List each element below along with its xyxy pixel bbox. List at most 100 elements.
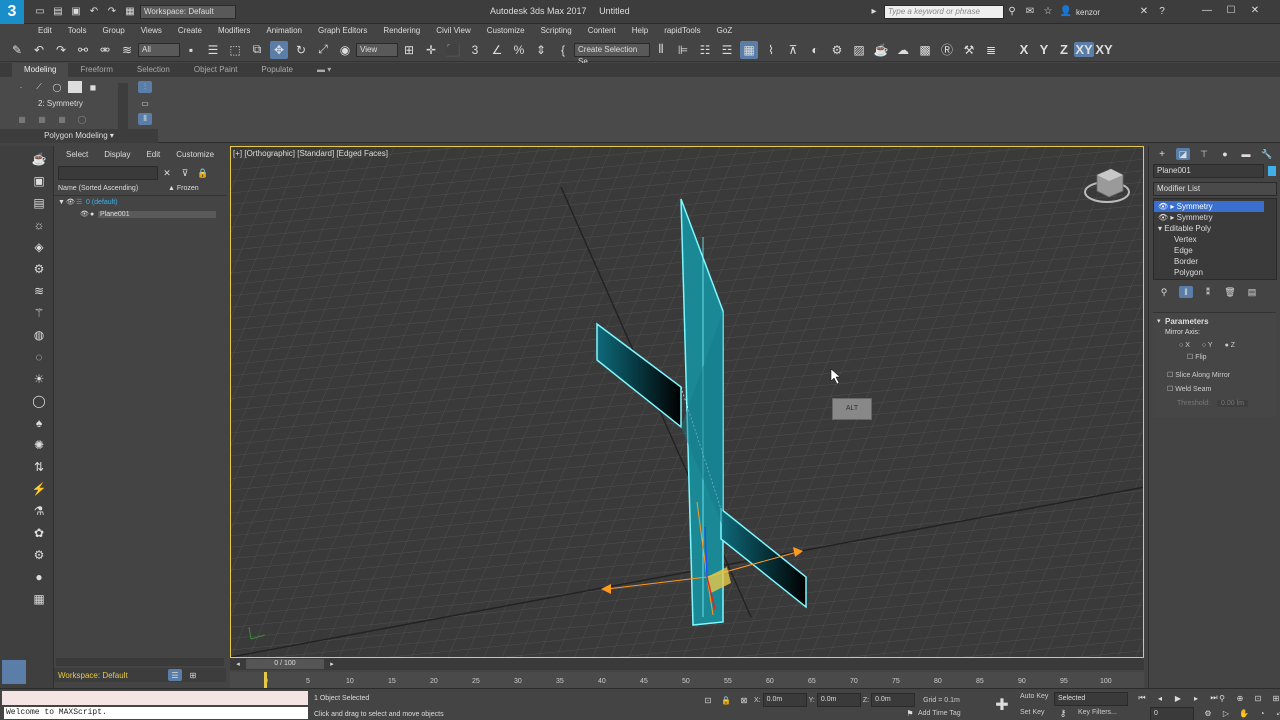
object-name-field[interactable]: Plane001 <box>1153 164 1265 178</box>
auto-key-button[interactable]: Auto Key <box>1020 693 1048 700</box>
stack-item-border[interactable]: Border <box>1154 256 1276 267</box>
rollout-collapse-icon[interactable]: ▾ <box>1157 317 1165 325</box>
rc-icon[interactable]: Ⓡ <box>938 41 956 59</box>
user-icon[interactable]: 👤 <box>1058 5 1074 19</box>
frozen-icon[interactable]: ☀ <box>30 370 48 388</box>
ribbon-tool-4-icon[interactable]: ◯ <box>74 113 90 125</box>
ribbon-tool-3-icon[interactable]: ▦ <box>54 113 70 125</box>
favorites-icon[interactable]: ☆ <box>1040 5 1056 19</box>
selection-lock-icon[interactable]: 🔒 <box>720 694 732 706</box>
rect-select-icon[interactable]: ⬚ <box>226 41 244 59</box>
selection-filter-dropdown[interactable]: All <box>138 42 180 57</box>
time-slider-thumb[interactable]: 0 / 100 <box>246 659 324 669</box>
angle-snap-icon[interactable]: ∠ <box>488 41 506 59</box>
menu-help[interactable]: Help <box>624 24 656 38</box>
app-logo[interactable]: 3 <box>0 0 24 24</box>
maximize-icon[interactable]: ☐ <box>1220 4 1242 18</box>
sync-selection-icon[interactable]: ⚡ <box>30 480 48 498</box>
lock-icon[interactable]: 🔒 <box>196 164 210 182</box>
threshold-spinner[interactable]: 0.00 lm <box>1217 399 1248 407</box>
explorer-workspace-label[interactable]: Workspace: Default <box>54 671 166 680</box>
snap-icon[interactable]: 3 <box>466 41 484 59</box>
stack-item-editable-poly[interactable]: ▾ Editable Poly <box>1154 223 1276 234</box>
absolute-mode-icon[interactable]: ⊠ <box>738 694 750 706</box>
zoom-icon[interactable]: ⚲ <box>1216 692 1228 704</box>
ribbon-options-icon[interactable]: ▬ ▾ <box>305 63 343 77</box>
tab-populate[interactable]: Populate <box>249 63 305 77</box>
zoom-extents-all-icon[interactable]: ⊞ <box>1270 692 1280 704</box>
axis-xy-button[interactable]: XY <box>1074 42 1094 57</box>
menu-animation[interactable]: Animation <box>258 24 310 38</box>
tree-row-layer[interactable]: ▼ 👁 ☰ 0 (default) <box>54 196 226 208</box>
vertex-mode-icon[interactable]: · <box>14 81 28 93</box>
menu-content[interactable]: Content <box>580 24 624 38</box>
current-frame-field[interactable]: 0 <box>1150 707 1194 720</box>
select-by-name-icon[interactable]: ☰ <box>204 41 222 59</box>
menu-tools[interactable]: Tools <box>60 24 95 38</box>
gear-small-icon[interactable]: ⚙ <box>30 546 48 564</box>
save-file-icon[interactable]: ▣ <box>68 5 84 19</box>
flip-checkbox[interactable]: ☐ Flip <box>1153 351 1276 365</box>
viewport-perspective[interactable]: [+] [Orthographic] [Standard] [Edged Fac… <box>230 146 1144 658</box>
explorer-menu-edit[interactable]: Edit <box>138 147 168 163</box>
modifier-stack[interactable]: 👁 ▸ Symmetry 👁 ▸ Symmetry ▾ Editable Pol… <box>1153 198 1277 280</box>
menu-edit[interactable]: Edit <box>30 24 60 38</box>
list-icon[interactable]: ≣ <box>982 41 1000 59</box>
set-key-mode-icon[interactable]: ✚ <box>992 695 1012 715</box>
place-icon[interactable]: ◉ <box>336 41 354 59</box>
set-key-icon[interactable]: ⚷ <box>1056 707 1070 719</box>
time-marker[interactable] <box>264 672 267 688</box>
stack-item-symmetry-1[interactable]: 👁 ▸ Symmetry <box>1154 201 1264 212</box>
undo-icon[interactable]: ↶ <box>86 5 102 19</box>
fov-icon[interactable]: ▷ <box>1220 707 1232 719</box>
axis-y-button[interactable]: Y <box>1034 42 1054 57</box>
communication-icon[interactable]: ✉ <box>1022 5 1038 19</box>
search-input[interactable]: Type a keyword or phrase <box>884 5 1004 19</box>
menu-civil-view[interactable]: Civil View <box>428 24 479 38</box>
geometry-icon[interactable]: ▣ <box>30 172 48 190</box>
viewport-scene[interactable] <box>231 147 1144 658</box>
isolate-icon[interactable]: ⊡ <box>702 694 714 706</box>
play-icon[interactable]: ▶ <box>1172 692 1184 704</box>
pan-icon[interactable]: ✋ <box>1238 707 1250 719</box>
modifier-list-dropdown[interactable]: Modifier List <box>1153 182 1277 196</box>
modify-tab-icon[interactable]: ◪ <box>1176 148 1190 160</box>
material-editor-icon[interactable]: ◐ <box>806 41 824 59</box>
reference-coord-dropdown[interactable]: View <box>356 42 398 57</box>
axis-z-button[interactable]: Z <box>1054 42 1074 57</box>
mirror-axis-z-radio[interactable]: ● Z <box>1225 342 1235 349</box>
container-icon[interactable]: ⚗ <box>30 502 48 520</box>
explorer-menu-display[interactable]: Display <box>96 147 138 163</box>
weld-seam-checkbox[interactable]: ☐ Weld Seam <box>1153 383 1276 397</box>
tab-selection[interactable]: Selection <box>125 63 182 77</box>
render-setup-icon[interactable]: ⚙ <box>828 41 846 59</box>
align-icon[interactable]: ⊫ <box>674 41 692 59</box>
border-mode-icon[interactable]: ◯ <box>50 81 64 93</box>
stack-item-polygon[interactable]: Polygon <box>1154 267 1276 278</box>
ribbon-pin-stack-icon[interactable]: ⫶ <box>138 81 152 93</box>
explorer-layers-icon[interactable]: ☰ <box>168 669 182 681</box>
x-coord-field[interactable]: 0.0m <box>762 693 807 707</box>
y-coord-field[interactable]: 0.0m <box>816 693 861 707</box>
render-icon[interactable]: ☕ <box>872 41 890 59</box>
sort-icon[interactable]: ⇅ <box>30 458 48 476</box>
bind-space-warp-icon[interactable]: ≋ <box>118 41 136 59</box>
expand-icon[interactable]: ▼ <box>58 199 66 206</box>
maximize-viewport-icon[interactable]: ⤢ <box>1274 707 1280 719</box>
polygon-mode-icon[interactable] <box>68 81 82 93</box>
toggle-ribbon-icon[interactable]: ☲ <box>718 41 736 59</box>
open-file-icon[interactable]: ▤ <box>50 5 66 19</box>
redo-icon[interactable]: ↷ <box>104 5 120 19</box>
zoom-all-icon[interactable]: ⊕ <box>1234 692 1246 704</box>
hierarchy-tab-icon[interactable]: ⊤ <box>1197 148 1211 160</box>
set-key-button[interactable]: Set Key <box>1020 709 1045 716</box>
rendered-frame-icon[interactable]: ▨ <box>850 41 868 59</box>
named-selection-dropdown[interactable]: Create Selection Se <box>574 42 650 66</box>
edit-named-selection-icon[interactable]: { <box>554 41 572 59</box>
help-icon[interactable]: ? <box>1154 5 1170 19</box>
layer-toggle-icon[interactable] <box>2 660 26 684</box>
z-coord-field[interactable]: 0.0m <box>871 693 916 707</box>
tools-icon[interactable]: ⚒ <box>960 41 978 59</box>
tab-modeling[interactable]: Modeling <box>12 63 69 77</box>
percent-snap-icon[interactable]: % <box>510 41 528 59</box>
